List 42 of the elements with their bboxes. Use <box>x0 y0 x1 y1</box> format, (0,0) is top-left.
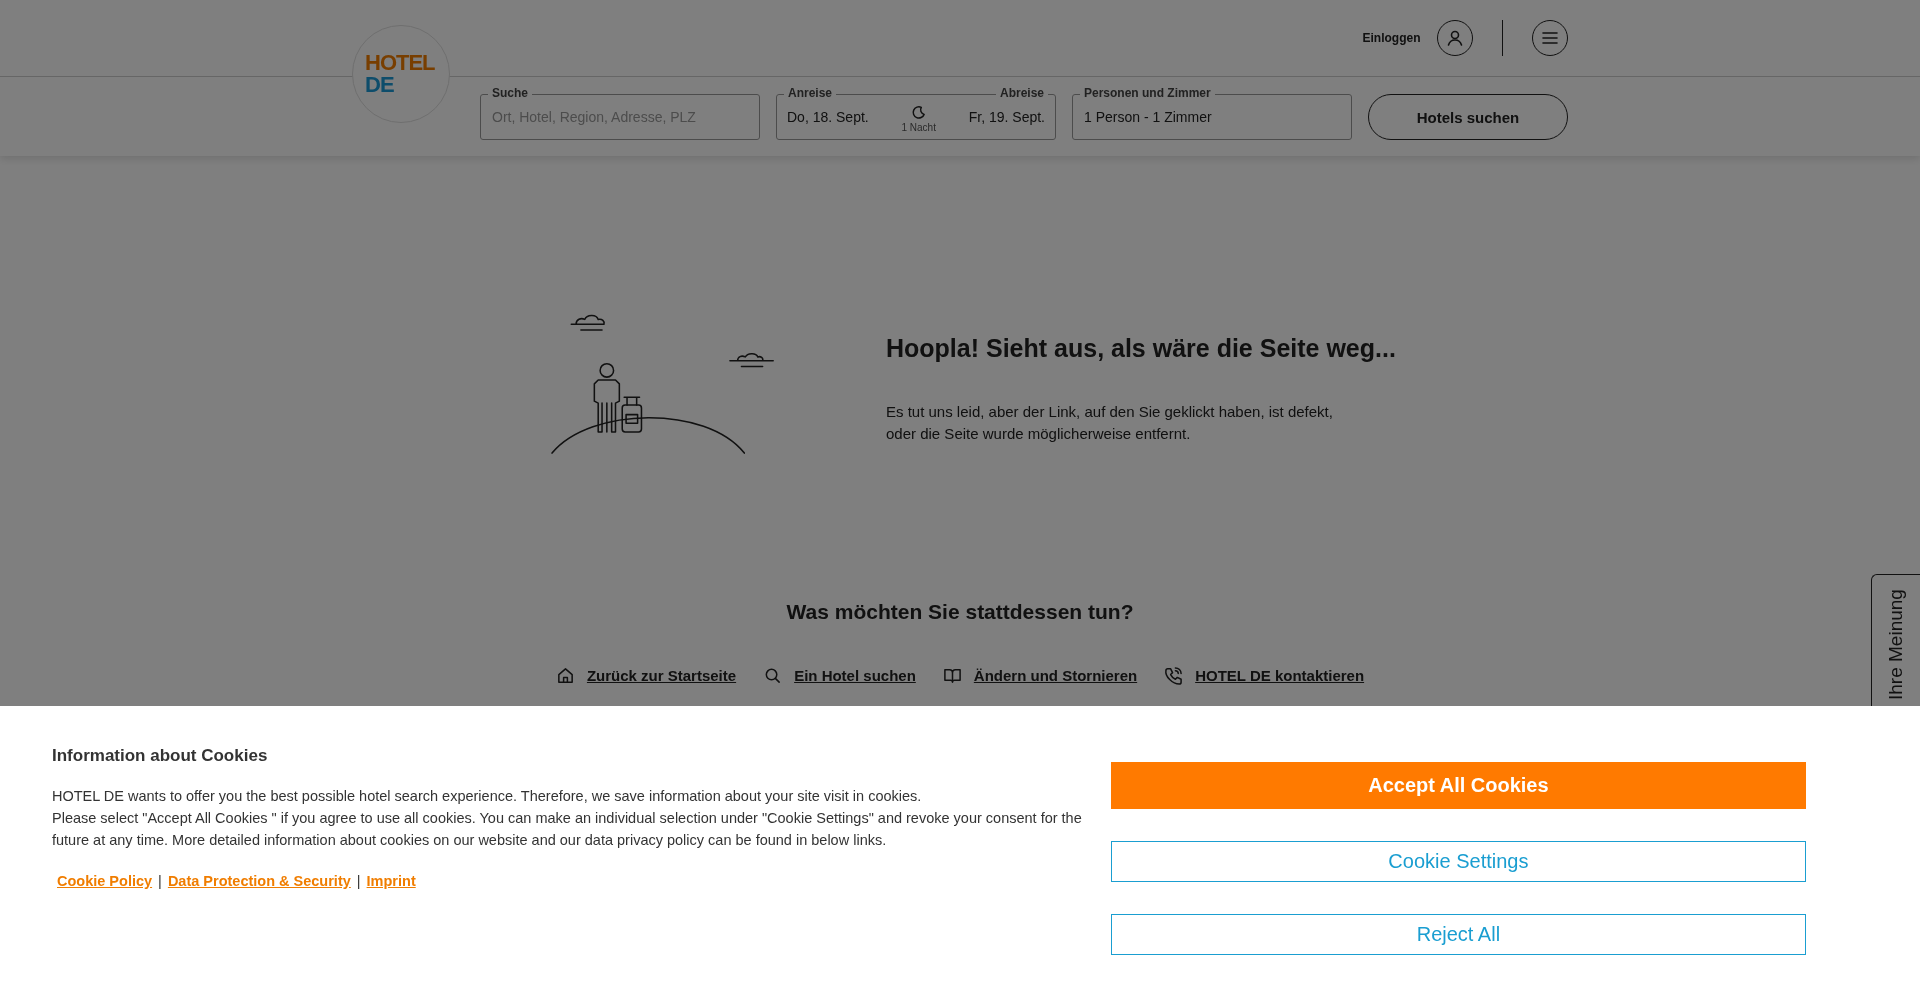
cloud-icon <box>729 352 774 368</box>
search-icon <box>763 666 783 686</box>
field-value: Do, 18. Sept. <box>787 109 869 125</box>
login-link[interactable]: Einloggen <box>1362 31 1421 45</box>
logo-text: HOTEL <box>365 52 435 74</box>
feedback-tab[interactable]: Ihre Meinung <box>1871 574 1920 706</box>
link[interactable]: Ein Hotel suchen <box>794 667 916 685</box>
banner-text: Please select "Accept All Cookies " if you agree to use all cookies. You can make an individual selection under "Cookie Settings" and revoke your consent for the future at any time. More detailed information about cookies on our website and our data privacy policy can be found in below links. <box>52 809 1083 850</box>
separator: | <box>356 873 361 889</box>
cookie-button[interactable]: Reject All <box>1110 914 1806 955</box>
section-heading: Was möchten Sie stattdessen tun? <box>786 599 1134 625</box>
field-label: Personen und Zimmer <box>1080 86 1215 100</box>
field-label: Anreise <box>784 86 837 100</box>
link[interactable]: Zurück zur Startseite <box>586 667 737 685</box>
cloud-icon <box>570 314 605 331</box>
field-label: Abreise <box>995 86 1048 100</box>
book-icon <box>942 666 962 686</box>
guests-field[interactable]: Personen und Zimmer 1 Person - 1 Zimmer <box>1072 86 1352 140</box>
cookie-button[interactable]: Cookie Settings <box>1110 841 1806 882</box>
account-button[interactable] <box>1436 20 1473 56</box>
link[interactable]: HOTEL DE kontaktieren <box>1195 667 1365 685</box>
home-icon <box>555 666 575 686</box>
phone-icon <box>1164 666 1184 686</box>
link[interactable]: Imprint <box>366 873 416 889</box>
error-message: Es tut uns leid, aber der Link, auf den Sie geklickt haben, ist defekt, oder die Seite wurde möglicherweise entfernt. <box>886 402 1334 444</box>
menu-button[interactable] <box>1532 20 1568 56</box>
link[interactable]: Ändern und Stornieren <box>973 667 1138 685</box>
search-button[interactable]: Hotels suchen <box>1368 94 1568 140</box>
date-field[interactable]: Anreise Abreise Do, 18. Sept. 1 Nacht Fr, 19. Sept. <box>776 86 1056 140</box>
error-heading: Hoopla! Sieht aus, als wäre die Seite weg... <box>886 334 1396 363</box>
link[interactable]: Data Protection & Security <box>167 873 351 889</box>
logo-text: DE <box>365 74 394 96</box>
banner-title: Information about Cookies <box>52 746 269 766</box>
field-value: 1 Person - 1 Zimmer <box>1084 109 1212 125</box>
field-value: Fr, 19. Sept. <box>968 109 1045 125</box>
banner-text: HOTEL DE wants to offer you the best possible hotel search experience. Therefore, we save information about your site visit in cookies. <box>52 787 923 806</box>
separator: | <box>158 873 162 889</box>
nights-label: 1 Nacht <box>901 122 936 133</box>
link[interactable]: Cookie Policy <box>57 873 153 889</box>
cookie-button[interactable]: Accept All Cookies <box>1110 762 1806 809</box>
field-label: Suche <box>488 86 532 100</box>
moon-icon <box>911 105 927 120</box>
